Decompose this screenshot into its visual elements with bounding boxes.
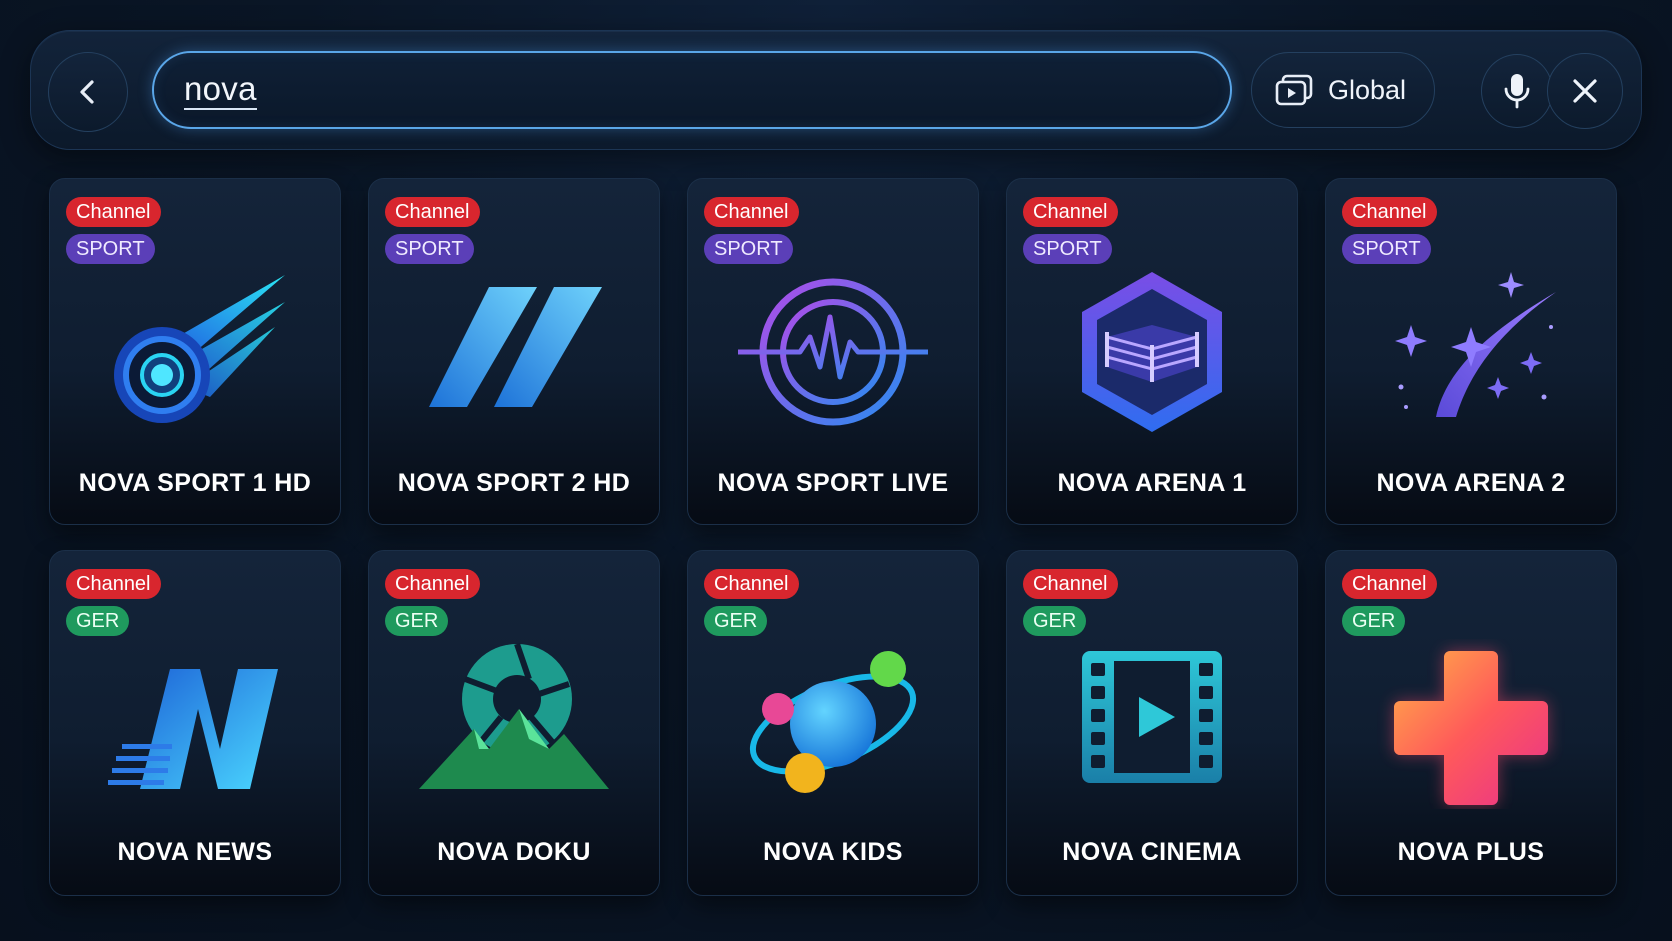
search-bar: nova Global xyxy=(30,30,1642,150)
type-badge: Channel xyxy=(1342,197,1437,227)
channel-title: NOVA SPORT LIVE xyxy=(717,469,949,497)
result-card[interactable]: Channel GER NOVA NEWS xyxy=(49,550,341,896)
result-card[interactable]: Channel GER NOVA KIDS xyxy=(687,550,979,896)
film-strip-logo xyxy=(1057,639,1247,809)
type-badge: Channel xyxy=(1023,569,1118,599)
result-card[interactable]: Channel SPORT NOVA SPORT 2 HD xyxy=(368,178,660,525)
plus-logo xyxy=(1376,639,1566,809)
channel-title: NOVA SPORT 2 HD xyxy=(397,469,631,497)
close-button[interactable] xyxy=(1547,53,1623,129)
result-card[interactable]: Channel SPORT NOVA SPORT 1 HD xyxy=(49,178,341,525)
search-query: nova xyxy=(184,70,257,110)
result-card[interactable]: Channel SPORT NOVA ARENA 2 xyxy=(1325,178,1617,525)
planet-orbit-logo xyxy=(738,639,928,809)
result-card[interactable]: Channel SPORT NOVA ARENA 1 xyxy=(1006,178,1298,525)
category-badge: GER xyxy=(1342,606,1406,636)
category-badge: SPORT xyxy=(1342,234,1431,264)
category-badge: SPORT xyxy=(1023,234,1112,264)
channel-title: NOVA CINEMA xyxy=(1062,838,1242,866)
results-grid: Channel SPORT NOVA SPORT 1 HD Channel SP… xyxy=(49,178,1617,896)
category-badge: SPORT xyxy=(704,234,793,264)
scope-label: Global xyxy=(1328,74,1407,105)
category-badge: SPORT xyxy=(385,234,474,264)
channel-title: NOVA ARENA 2 xyxy=(1376,469,1566,497)
n-letter-logo xyxy=(100,639,290,809)
type-badge: Channel xyxy=(704,569,799,599)
result-card[interactable]: Channel GER NOVA CINEMA xyxy=(1006,550,1298,896)
pulse-circle-logo xyxy=(735,267,931,437)
category-badge: GER xyxy=(385,606,449,636)
result-card[interactable]: Channel GER NOVA DOKU xyxy=(368,550,660,896)
channel-title: NOVA KIDS xyxy=(763,838,903,866)
channel-title: NOVA NEWS xyxy=(117,838,273,866)
shooting-star-logo xyxy=(1376,267,1566,437)
category-badge: GER xyxy=(1023,606,1087,636)
search-input[interactable]: nova xyxy=(152,51,1232,129)
type-badge: Channel xyxy=(66,197,161,227)
category-badge: GER xyxy=(704,606,768,636)
voice-search-button[interactable] xyxy=(1481,54,1553,128)
channel-title: NOVA DOKU xyxy=(437,838,591,866)
category-badge: GER xyxy=(66,606,130,636)
mountain-aperture-logo xyxy=(419,639,609,809)
type-badge: Channel xyxy=(66,569,161,599)
result-card[interactable]: Channel SPORT NOVA SPORT LIVE xyxy=(687,178,979,525)
microphone-icon xyxy=(1504,74,1530,109)
type-badge: Channel xyxy=(1342,569,1437,599)
close-icon xyxy=(1573,79,1597,103)
hexagon-ring-logo xyxy=(1057,267,1247,437)
category-badge: SPORT xyxy=(66,234,155,264)
type-badge: Channel xyxy=(1023,197,1118,227)
chevron-left-icon xyxy=(80,80,94,104)
channel-title: NOVA ARENA 1 xyxy=(1057,469,1247,497)
type-badge: Channel xyxy=(385,569,480,599)
comet-logo xyxy=(100,267,290,437)
double-slash-logo xyxy=(419,267,609,437)
channel-title: NOVA PLUS xyxy=(1397,838,1545,866)
scope-global-button[interactable]: Global xyxy=(1251,52,1435,128)
type-badge: Channel xyxy=(704,197,799,227)
back-button[interactable] xyxy=(48,52,128,132)
channel-title: NOVA SPORT 1 HD xyxy=(78,469,312,497)
play-window-icon xyxy=(1275,74,1313,106)
result-card[interactable]: Channel GER NOVA PLUS xyxy=(1325,550,1617,896)
type-badge: Channel xyxy=(385,197,480,227)
